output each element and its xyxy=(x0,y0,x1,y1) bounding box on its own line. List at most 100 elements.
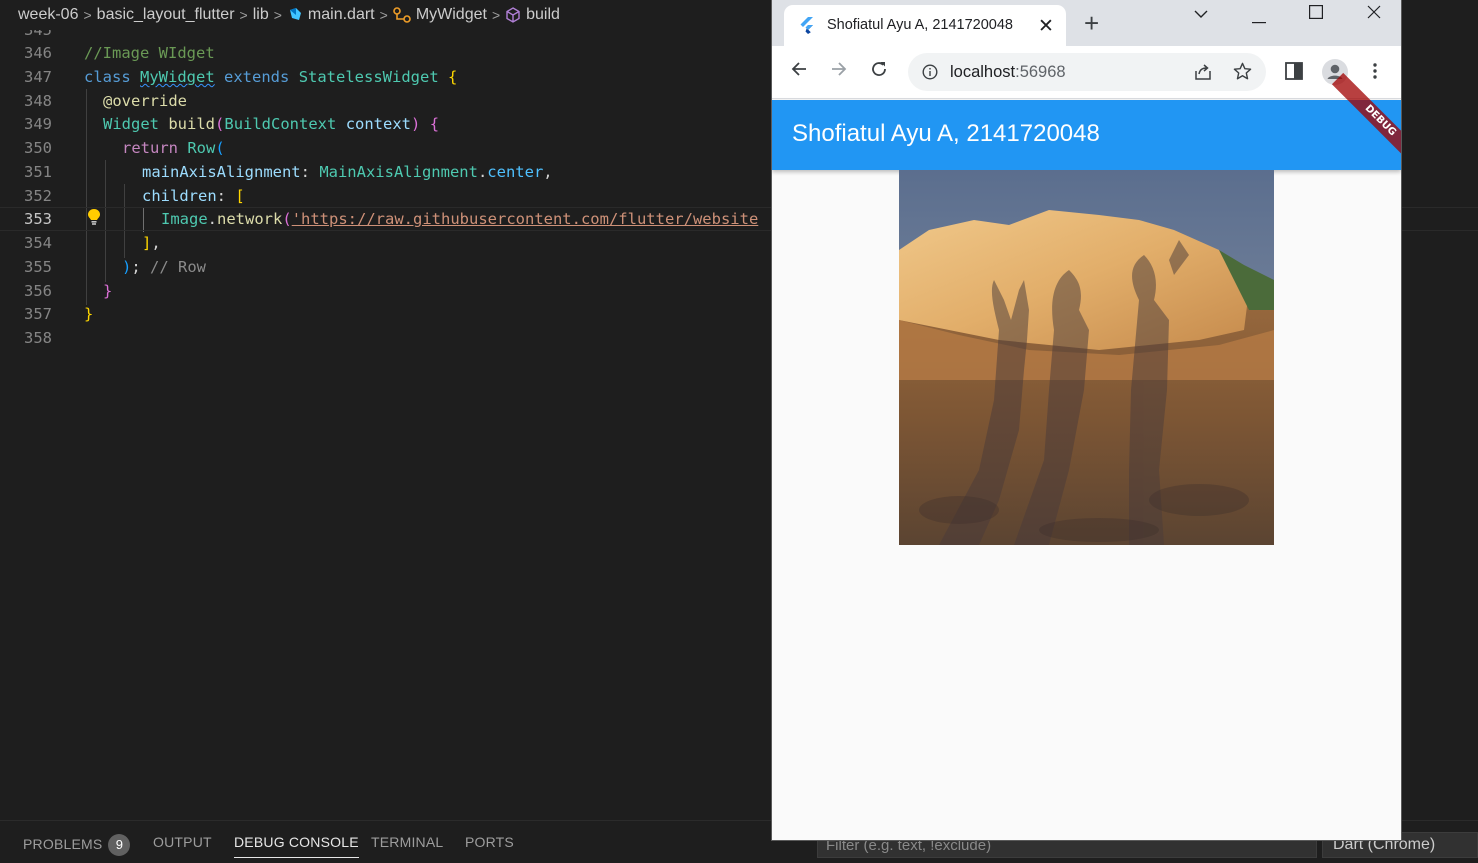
code-paren: ( xyxy=(215,114,225,133)
code-bracket: ] xyxy=(142,233,152,252)
url-port: :56968 xyxy=(1015,63,1066,81)
tab-terminal[interactable]: TERMINAL xyxy=(371,834,443,850)
line-number: 349 xyxy=(24,114,52,133)
code-punct: . xyxy=(207,209,218,228)
code-keyword: extends xyxy=(224,67,290,86)
code-keyword: return xyxy=(122,138,178,157)
breadcrumb-item-folder[interactable]: week-06 xyxy=(18,6,78,24)
url-text: localhost:56968 xyxy=(950,63,1066,82)
code-brace: } xyxy=(103,281,113,300)
dart-file-icon xyxy=(287,7,303,23)
browser-tab-strip: Shofiatul Ayu A, 2141720048 ✕ + xyxy=(772,0,1401,46)
app-bar-title: Shofiatul Ayu A, 2141720048 xyxy=(792,120,1100,147)
reload-icon[interactable] xyxy=(870,60,888,83)
line-number: 346 xyxy=(24,43,52,62)
breadcrumb-item-project[interactable]: basic_layout_flutter xyxy=(97,6,235,24)
breadcrumb-label: week-06 xyxy=(18,6,79,23)
code-paren: ) xyxy=(411,114,421,133)
forward-arrow-icon[interactable] xyxy=(830,60,848,83)
code-paren: ( xyxy=(215,138,225,157)
code-function: network xyxy=(217,209,283,228)
site-info-icon[interactable] xyxy=(922,64,938,85)
chevron-right-icon: > xyxy=(239,7,248,23)
chevron-right-icon: > xyxy=(83,7,92,23)
code-function: build xyxy=(168,114,216,133)
address-bar[interactable]: localhost:56968 xyxy=(908,53,1266,91)
method-symbol-icon xyxy=(505,7,521,23)
share-icon[interactable] xyxy=(1193,63,1213,86)
code-paren: ) xyxy=(122,257,132,276)
breadcrumb-item-method[interactable]: build xyxy=(505,6,560,24)
code-annotation: @override xyxy=(103,91,187,110)
code-type: BuildContext xyxy=(224,114,337,133)
code-param: mainAxisAlignment xyxy=(142,162,301,181)
app-bar: Shofiatul Ayu A, 2141720048 xyxy=(772,100,1401,170)
tab-problems[interactable]: PROBLEMS 9 xyxy=(23,834,131,856)
line-number: 348 xyxy=(24,91,52,110)
chevron-right-icon: > xyxy=(379,7,388,23)
chevron-right-icon: > xyxy=(491,7,501,23)
close-tab-icon[interactable]: ✕ xyxy=(1038,15,1054,38)
code-brace: { xyxy=(429,114,440,133)
bookmark-star-icon[interactable] xyxy=(1233,62,1252,86)
side-panel-icon[interactable] xyxy=(1285,62,1303,85)
tab-output[interactable]: OUTPUT xyxy=(153,834,212,850)
breadcrumb-label: MyWidget xyxy=(415,6,487,23)
network-image xyxy=(899,170,1274,545)
line-number: 353 xyxy=(24,209,52,228)
close-window-icon[interactable] xyxy=(1367,5,1381,24)
maximize-icon[interactable] xyxy=(1309,5,1324,24)
problems-count-badge: 9 xyxy=(108,834,131,856)
line-number: 350 xyxy=(24,138,52,157)
line-number: 352 xyxy=(24,186,52,205)
code-enum-value: center xyxy=(487,162,544,181)
code-punct: : xyxy=(216,186,236,205)
code-punct: : xyxy=(300,162,320,181)
code-type: Image xyxy=(161,209,208,228)
flutter-favicon-icon xyxy=(800,17,814,39)
line-number: 354 xyxy=(24,233,52,252)
browser-window: Shofiatul Ayu A, 2141720048 ✕ + localhos… xyxy=(772,0,1401,840)
breadcrumb-item-lib[interactable]: lib xyxy=(253,6,269,24)
breadcrumb-label: lib xyxy=(252,6,269,23)
breadcrumb-label: basic_layout_flutter xyxy=(96,6,235,23)
code-punct: ; xyxy=(131,257,151,276)
tab-search-icon[interactable] xyxy=(1194,6,1208,24)
line-number: 345 xyxy=(0,30,52,39)
new-tab-button[interactable]: + xyxy=(1084,8,1099,39)
breadcrumb-label: main.dart xyxy=(307,6,375,23)
back-arrow-icon[interactable] xyxy=(790,60,808,83)
line-number: 347 xyxy=(24,67,52,86)
breadcrumb-item-class[interactable]: MyWidget xyxy=(393,6,487,24)
code-class-name[interactable]: MyWidget xyxy=(140,68,215,86)
code-keyword: class xyxy=(84,67,131,86)
lightbulb-icon[interactable] xyxy=(87,208,101,230)
code-param: children xyxy=(142,186,217,205)
code-brace: { xyxy=(448,67,458,86)
line-number: 351 xyxy=(24,162,52,181)
url-host: localhost xyxy=(950,63,1016,81)
browser-tab[interactable]: Shofiatul Ayu A, 2141720048 ✕ xyxy=(784,5,1066,46)
code-inlay-comment: // Row xyxy=(150,257,207,276)
line-number: 355 xyxy=(24,257,52,276)
code-type: MainAxisAlignment xyxy=(319,162,478,181)
code-punct: . xyxy=(477,162,488,181)
code-paren: ( xyxy=(282,209,292,228)
breadcrumb-item-file[interactable]: main.dart xyxy=(287,6,375,24)
code-string-url[interactable]: 'https://raw.githubusercontent.com/flutt… xyxy=(292,210,759,228)
minimize-icon[interactable] xyxy=(1252,11,1266,29)
line-number: 357 xyxy=(24,304,52,323)
line-number: 358 xyxy=(24,328,52,347)
tab-debug-console[interactable]: DEBUG CONSOLE xyxy=(234,834,359,858)
tab-ports[interactable]: PORTS xyxy=(465,834,514,850)
code-param: context xyxy=(345,114,412,133)
code-comment: //Image WIdget xyxy=(84,43,215,62)
breadcrumb-label: build xyxy=(526,6,560,23)
browser-tab-title: Shofiatul Ayu A, 2141720048 xyxy=(827,17,1013,33)
code-type: StatelessWidget xyxy=(298,67,439,86)
class-symbol-icon xyxy=(393,7,411,23)
line-number: 356 xyxy=(24,281,52,300)
code-punct: , xyxy=(151,233,161,252)
browser-toolbar: localhost:56968 xyxy=(772,46,1401,99)
more-menu-icon[interactable] xyxy=(1373,63,1377,84)
